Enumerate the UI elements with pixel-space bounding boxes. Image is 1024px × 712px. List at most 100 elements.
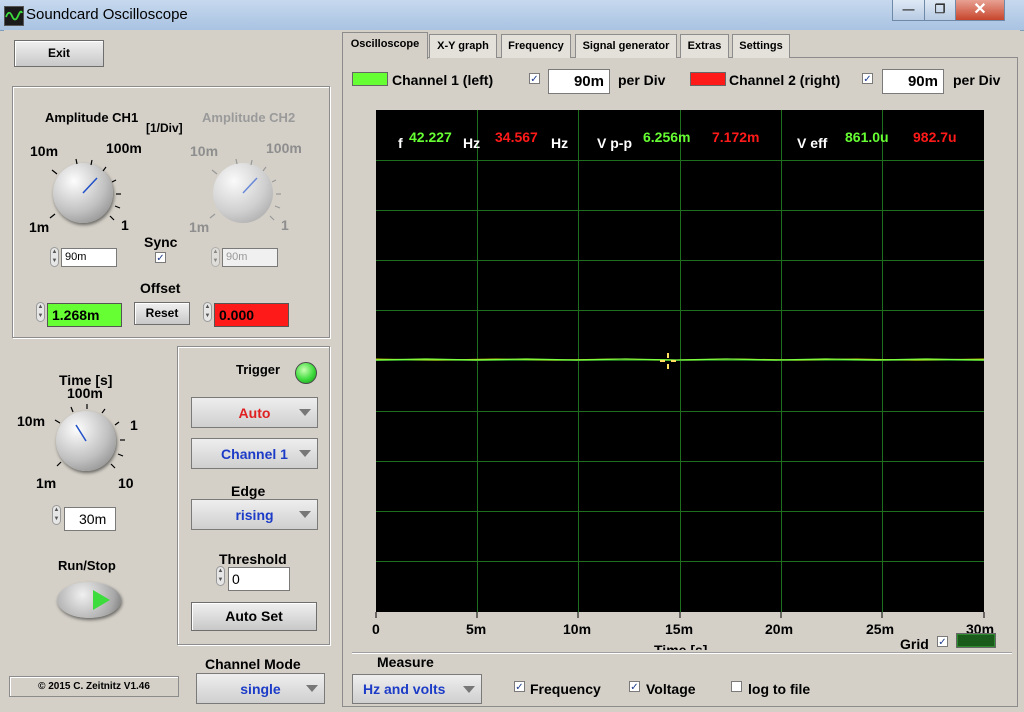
grid-label: Grid <box>900 636 929 652</box>
threshold-spinner[interactable]: ▲ ▼ <box>216 566 225 586</box>
grid-color-swatch[interactable] <box>956 633 996 648</box>
ch2-div-input[interactable]: 90m <box>882 69 944 94</box>
ch2-label: Channel 2 (right) <box>729 72 841 88</box>
tab-xy-graph[interactable]: X-Y graph <box>429 34 497 58</box>
x-axis-label: Time [s] <box>654 642 708 650</box>
freq-ch1-unit: Hz <box>463 135 481 151</box>
exit-button[interactable]: Exit <box>14 40 104 67</box>
measure-label: Measure <box>377 654 434 670</box>
channel-mode-dropdown[interactable]: single <box>196 673 325 704</box>
app-icon <box>4 6 24 26</box>
trigger-mode-value: Auto <box>238 405 271 421</box>
ch1-enable-checkbox[interactable]: ✓ <box>529 73 540 85</box>
x-axis-label-clip: Time [s] <box>640 640 720 650</box>
offset-label: Offset <box>140 280 181 296</box>
offset-ch1-spinner[interactable]: ▲ ▼ <box>36 302 45 322</box>
tab-extras[interactable]: Extras <box>680 34 729 58</box>
ch1-tick-100m: 100m <box>106 140 142 156</box>
voltage-checkbox[interactable]: ✓ <box>629 681 640 693</box>
autoset-button[interactable]: Auto Set <box>191 602 317 631</box>
offset-reset-button[interactable]: Reset <box>134 302 190 325</box>
frequency-checkbox[interactable]: ✓ <box>514 681 525 693</box>
time-tick-1: 1 <box>130 417 138 433</box>
threshold-input[interactable]: 0 <box>228 567 290 591</box>
trigger-channel-value: Channel 1 <box>221 446 288 462</box>
ch1-per-div-label: per Div <box>618 72 666 88</box>
freq-ch2-unit: Hz <box>551 135 569 151</box>
time-input[interactable]: 30m <box>64 507 116 531</box>
copyright-label: © 2015 C. Zeitnitz V1.46 <box>9 676 179 697</box>
runstop-label: Run/Stop <box>58 558 116 573</box>
maximize-button[interactable]: ❐ <box>924 0 956 21</box>
tab-frequency[interactable]: Frequency <box>501 34 571 58</box>
chevron-down-icon <box>299 409 311 416</box>
trigger-led <box>295 362 317 384</box>
trigger-edge-value: rising <box>235 507 274 523</box>
voltage-label: Voltage <box>646 681 696 697</box>
x-tick-0: 0 <box>372 621 380 637</box>
tab-oscilloscope[interactable]: Oscilloscope <box>342 32 428 59</box>
time-spinner[interactable]: ▲ ▼ <box>52 505 61 525</box>
channel-mode-label: Channel Mode <box>205 656 301 672</box>
trigger-channel-dropdown[interactable]: Channel 1 <box>191 438 318 469</box>
scope-display[interactable]: f 42.227 Hz 34.567 Hz V p-p 6.256m 7.172… <box>376 110 984 612</box>
vpp-ch1: 6.256m <box>643 129 691 145</box>
play-icon <box>93 590 110 610</box>
ch2-enable-checkbox[interactable]: ✓ <box>862 73 873 85</box>
vpp-ch2: 7.172m <box>712 129 760 145</box>
ch2-amp-spinner: ▲ ▼ <box>211 247 220 267</box>
ch1-amp-spinner[interactable]: ▲ ▼ <box>50 247 59 267</box>
offset-ch1-field[interactable]: 1.268m <box>47 303 122 327</box>
x-tick-5m: 5m <box>466 621 487 637</box>
trigger-label: Trigger <box>236 362 281 377</box>
ch2-per-div-label: per Div <box>953 72 1001 88</box>
trigger-marker-icon <box>660 353 676 369</box>
tab-settings[interactable]: Settings <box>732 34 790 58</box>
tab-signal-generator[interactable]: Signal generator <box>575 34 677 58</box>
edge-label: Edge <box>231 483 266 499</box>
close-button[interactable]: ✕ <box>955 0 1005 21</box>
trigger-mode-dropdown[interactable]: Auto <box>191 397 318 428</box>
ch2-tick-100m: 100m <box>266 140 302 156</box>
log-to-file-label: log to file <box>748 681 811 697</box>
time-tick-100m: 100m <box>67 385 103 401</box>
time-tick-10m: 10m <box>17 413 46 429</box>
minimize-button[interactable]: — <box>892 0 925 21</box>
measure-value: Hz and volts <box>363 681 446 697</box>
sync-label: Sync <box>144 234 178 250</box>
runstop-button[interactable] <box>57 582 121 618</box>
window-title: Soundcard Oscilloscope <box>26 6 188 23</box>
x-tick-10m: 10m <box>563 621 592 637</box>
log-to-file-checkbox[interactable] <box>731 681 742 692</box>
freq-ch2: 34.567 <box>495 129 538 145</box>
freq-label: f <box>398 135 403 151</box>
freq-ch1: 42.227 <box>409 129 452 145</box>
trigger-edge-dropdown[interactable]: rising <box>191 499 318 530</box>
x-tick-20m: 20m <box>765 621 794 637</box>
chevron-down-icon <box>463 686 475 693</box>
chevron-down-icon <box>299 511 311 518</box>
time-knob-scale <box>54 404 125 469</box>
ch1-amp-input[interactable]: 90m <box>61 248 117 267</box>
measure-bar-separator <box>352 652 1012 653</box>
veff-ch1: 861.0u <box>845 129 889 145</box>
ch1-color-swatch <box>352 72 388 86</box>
offset-ch2-spinner[interactable]: ▲ ▼ <box>203 302 212 322</box>
ch2-color-swatch <box>690 72 726 86</box>
ch1-div-input[interactable]: 90m <box>548 69 610 94</box>
ch1-knob-scale <box>49 158 121 221</box>
threshold-label: Threshold <box>219 551 287 567</box>
grid-checkbox[interactable]: ✓ <box>937 636 948 648</box>
sync-checkbox[interactable]: ✓ <box>155 252 166 264</box>
chevron-down-icon <box>306 685 318 692</box>
offset-ch2-field[interactable]: 0.000 <box>214 303 289 327</box>
trace-ch2 <box>376 358 984 361</box>
ch2-amp-input: 90m <box>222 248 278 267</box>
amplitude-ch2-label: Amplitude CH2 <box>202 110 296 125</box>
measure-dropdown[interactable]: Hz and volts <box>352 674 482 704</box>
chevron-down-icon <box>299 450 311 457</box>
veff-label: V eff <box>797 135 828 151</box>
frequency-label: Frequency <box>530 681 601 697</box>
amplitude-ch1-label: Amplitude CH1 <box>45 110 139 125</box>
channel-mode-value: single <box>240 681 281 697</box>
